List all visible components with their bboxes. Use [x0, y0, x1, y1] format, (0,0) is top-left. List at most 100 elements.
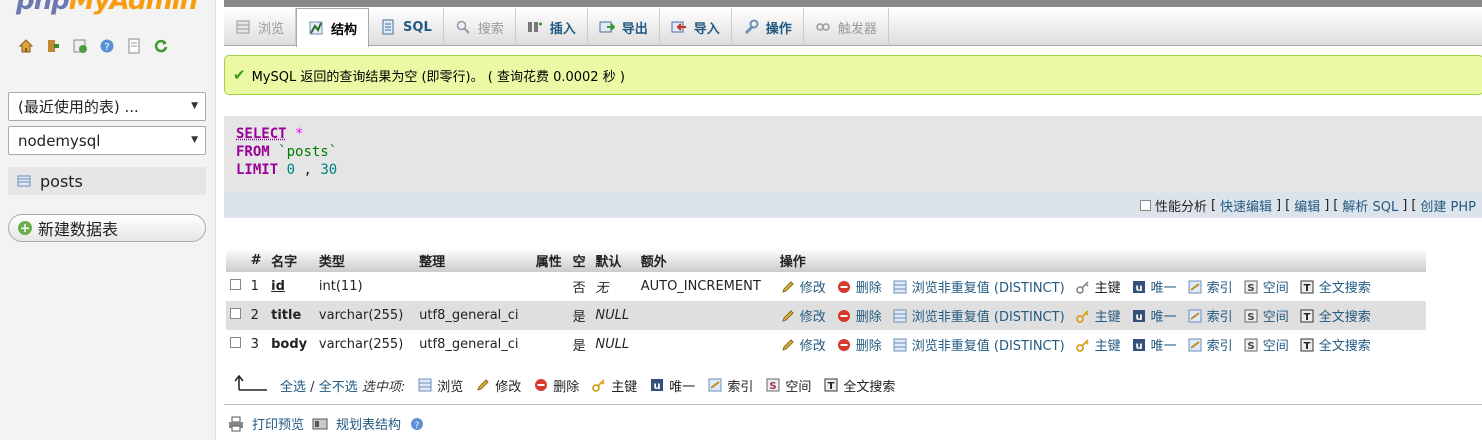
tab-sql[interactable]: SQL	[369, 8, 444, 46]
svg-text:u: u	[1135, 341, 1142, 352]
unique-action[interactable]: u 唯一	[1131, 306, 1177, 325]
printer-icon	[228, 416, 244, 432]
sql-star: *	[295, 126, 303, 142]
uncheck-all-link[interactable]: 全不选	[319, 380, 358, 395]
column-null: 是	[569, 330, 592, 359]
insert-icon	[527, 19, 543, 35]
drop-label: 删除	[856, 335, 882, 354]
bulk-unique-button[interactable]: u 唯一	[649, 376, 695, 395]
logout-icon[interactable]	[45, 38, 61, 54]
tab-triggers[interactable]: 触发器	[804, 8, 889, 46]
bulk-browse-button[interactable]: 浏览	[417, 376, 463, 395]
recent-tables-select[interactable]: (最近使用的表) ... ▼	[8, 92, 206, 121]
sql-query-window-icon[interactable]	[72, 38, 88, 54]
row-checkbox[interactable]	[230, 279, 241, 290]
distinct-action[interactable]: 浏览非重复值 (DISTINCT)	[892, 335, 1065, 354]
home-icon[interactable]	[18, 38, 34, 54]
header-number: #	[247, 248, 268, 272]
table-icon	[16, 173, 32, 189]
print-view-link[interactable]: 打印预览	[252, 414, 304, 433]
phpmyadmin-logo[interactable]: phpMyAdmin	[16, 0, 197, 16]
nav-table-posts[interactable]: posts	[8, 167, 206, 195]
edit-action[interactable]: 修改	[780, 277, 826, 296]
create-php-link[interactable]: 创建 PHP	[1420, 196, 1476, 215]
check-all-link[interactable]: 全选	[280, 380, 306, 395]
unique-action[interactable]: u 唯一	[1131, 335, 1177, 354]
drop-action[interactable]: 删除	[836, 277, 882, 296]
bulk-spatial-button[interactable]: S 空间	[765, 376, 811, 395]
distinct-action[interactable]: 浏览非重复值 (DISTINCT)	[892, 306, 1065, 325]
edit-sql-link[interactable]: 编辑	[1294, 196, 1320, 215]
fulltext-action[interactable]: T 全文搜索	[1299, 306, 1371, 325]
bulk-drop-button[interactable]: 删除	[533, 376, 579, 395]
row-checkbox[interactable]	[230, 337, 241, 348]
quick-edit-link[interactable]: 快速编辑	[1220, 196, 1272, 215]
unique-action[interactable]: u 唯一	[1131, 277, 1177, 296]
index-action[interactable]: 索引	[1187, 277, 1233, 296]
table-row: 1 id int(11) 否 无 AUTO_INCREMENT 修改 删除 浏览…	[226, 272, 1426, 301]
sql-keyword-select[interactable]: SELECT	[236, 126, 287, 142]
key-icon	[1075, 308, 1091, 324]
spatial-label: 空间	[1263, 306, 1289, 325]
bulk-edit-button[interactable]: 修改	[475, 376, 521, 395]
help-icon[interactable]: ?	[99, 38, 115, 54]
primary-action[interactable]: 主键	[1075, 335, 1121, 354]
new-table-button[interactable]: + 新建数据表	[8, 214, 206, 242]
docs-icon[interactable]	[126, 38, 142, 54]
bulk-actions-bar: 全选 / 全不选 选中项: 浏览 修改 删除 主键 u 唯一 索引 S 空间 T 全文…	[234, 374, 895, 396]
row-checkbox[interactable]	[230, 308, 241, 319]
spatial-action[interactable]: S 空间	[1243, 277, 1289, 296]
unique-icon: u	[1131, 279, 1147, 295]
checkmark-icon: ✔	[233, 66, 246, 84]
svg-text:u: u	[654, 381, 661, 392]
drop-action[interactable]: 删除	[836, 306, 882, 325]
spatial-icon: S	[1243, 308, 1259, 324]
explain-sql-link[interactable]: 解析 SQL	[1342, 196, 1398, 215]
reload-icon[interactable]	[153, 38, 169, 54]
fulltext-action[interactable]: T 全文搜索	[1299, 335, 1371, 354]
spatial-action[interactable]: S 空间	[1243, 335, 1289, 354]
bulk-primary-button[interactable]: 主键	[591, 376, 637, 395]
index-action[interactable]: 索引	[1187, 306, 1233, 325]
sql-limit-count: 30	[320, 162, 337, 178]
column-extra	[637, 301, 776, 330]
distinct-label: 浏览非重复值 (DISTINCT)	[912, 277, 1065, 296]
column-collation: utf8_general_ci	[415, 301, 532, 330]
tab-search[interactable]: 搜索	[444, 8, 516, 46]
tab-structure[interactable]: 结构	[296, 8, 369, 47]
sql-keyword-from: FROM	[236, 144, 270, 160]
column-collation	[415, 272, 532, 301]
edit-action[interactable]: 修改	[780, 306, 826, 325]
svg-text:S: S	[770, 381, 777, 392]
help-icon[interactable]: ?	[409, 416, 425, 432]
spatial-icon: S	[1243, 279, 1259, 295]
index-action[interactable]: 索引	[1187, 335, 1233, 354]
table-row: 3 body varchar(255) utf8_general_ci 是 NU…	[226, 330, 1426, 359]
database-select[interactable]: nodemysql ▼	[8, 126, 206, 155]
column-name[interactable]: id	[267, 272, 315, 301]
delete-icon	[836, 279, 852, 295]
tab-structure-label: 结构	[331, 19, 357, 38]
tab-import[interactable]: 导入	[660, 8, 732, 46]
navigation-panel: phpMyAdmin ? (最近使用的表) ... ▼ nodemysql ▼ …	[0, 0, 216, 440]
tab-export[interactable]: 导出	[588, 8, 660, 46]
tab-insert[interactable]: 插入	[516, 8, 588, 46]
row-checkbox-cell	[226, 301, 247, 330]
spatial-icon: S	[765, 377, 781, 393]
primary-label: 主键	[1095, 306, 1121, 325]
profiling-checkbox[interactable]	[1140, 200, 1151, 211]
fulltext-action[interactable]: T 全文搜索	[1299, 277, 1371, 296]
primary-action[interactable]: 主键	[1075, 306, 1121, 325]
tab-browse[interactable]: 浏览	[224, 8, 296, 46]
bulk-index-button[interactable]: 索引	[707, 376, 753, 395]
bulk-fulltext-button[interactable]: T 全文搜索	[823, 376, 895, 395]
edit-action[interactable]: 修改	[780, 335, 826, 354]
propose-structure-link[interactable]: 规划表结构	[336, 414, 401, 433]
trigger-icon	[815, 19, 831, 35]
tab-operations[interactable]: 操作	[732, 8, 804, 46]
spatial-action[interactable]: S 空间	[1243, 306, 1289, 325]
distinct-action[interactable]: 浏览非重复值 (DISTINCT)	[892, 277, 1065, 296]
structure-icon	[308, 20, 324, 36]
index-icon	[1187, 337, 1203, 353]
drop-action[interactable]: 删除	[836, 335, 882, 354]
